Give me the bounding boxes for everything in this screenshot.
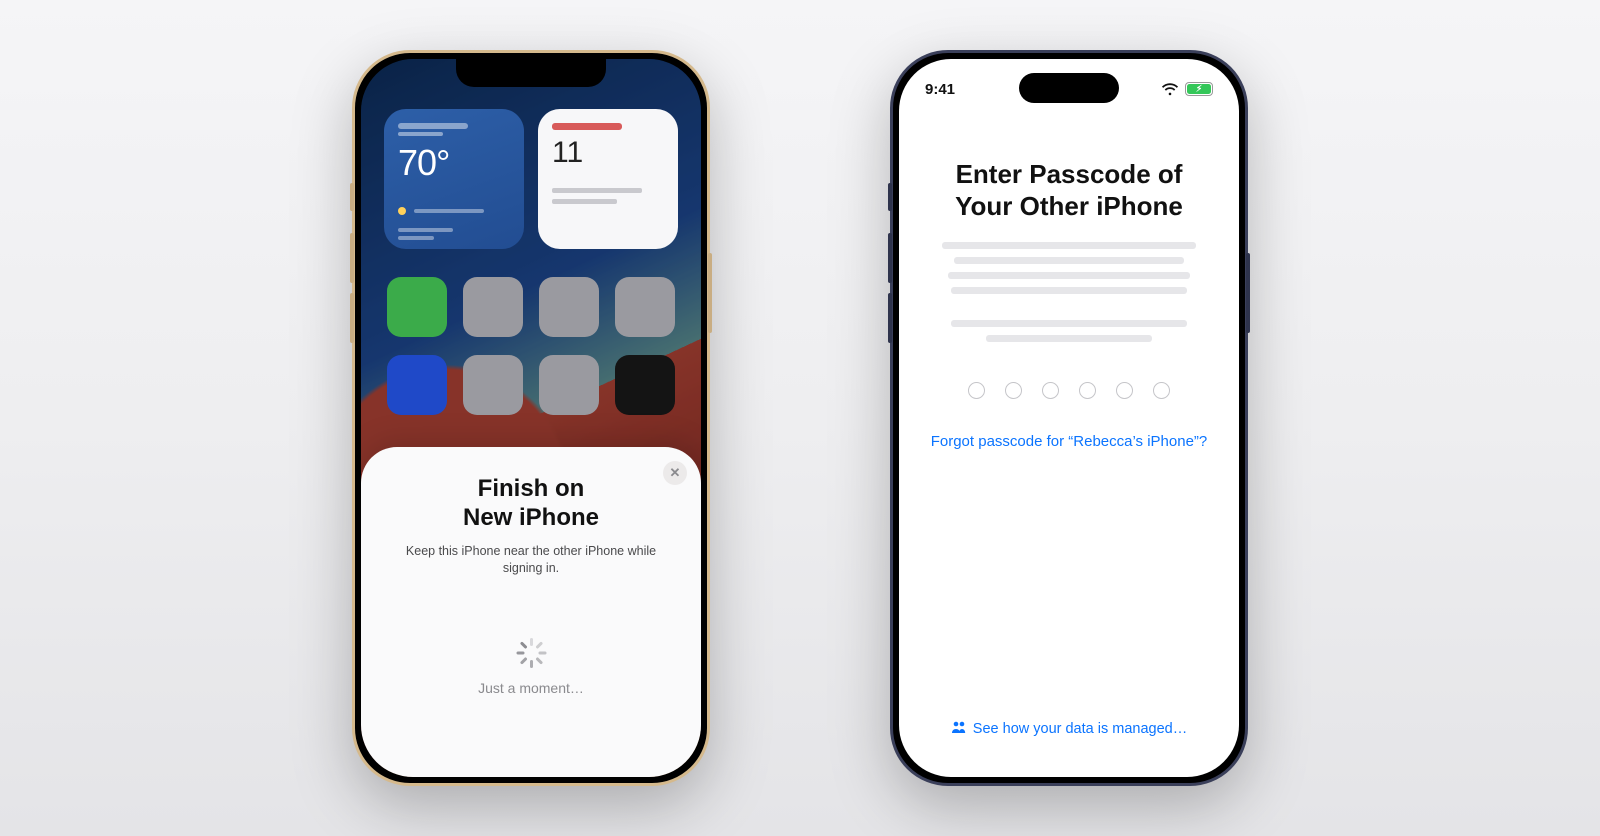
passcode-dot [1042,382,1059,399]
passcode-dot [1116,382,1133,399]
passcode-dot [1079,382,1096,399]
app-icon-6[interactable] [463,355,523,415]
source-iphone: 70° 11 ✕ Finish on New iPhone Keep t [352,50,710,786]
app-icon-7[interactable] [539,355,599,415]
mute-switch[interactable] [888,183,892,211]
home-apps-grid [361,277,701,415]
calendar-day: 11 [552,136,664,170]
app-icon-4[interactable] [615,277,675,337]
side-button[interactable] [708,253,712,333]
weather-temperature: 70° [398,142,510,184]
source-iphone-screen: 70° 11 ✕ Finish on New iPhone Keep t [361,59,701,777]
app-icon-2[interactable] [463,277,523,337]
home-widgets: 70° 11 [361,109,701,249]
setup-title: Enter Passcode of Your Other iPhone [921,159,1217,222]
volume-down-button[interactable] [350,293,354,343]
description-placeholder [921,242,1217,342]
app-icon-8[interactable] [615,355,675,415]
volume-down-button[interactable] [888,293,892,343]
calendar-widget[interactable]: 11 [538,109,678,249]
sheet-title: Finish on New iPhone [381,475,681,533]
passcode-dot [1153,382,1170,399]
passcode-dot [1005,382,1022,399]
app-icon-5[interactable] [387,355,447,415]
target-iphone-screen: 9:41 ⚡︎ Enter Passcode of Your Other iPh… [899,59,1239,777]
data-management-link[interactable]: See how your data is managed… [899,720,1239,737]
passcode-dot [968,382,985,399]
status-time: 9:41 [925,81,955,98]
spinner-label: Just a moment… [381,680,681,696]
sheet-description: Keep this iPhone near the other iPhone w… [381,543,681,578]
calendar-event-strip [552,123,622,130]
forgot-passcode-link[interactable]: Forgot passcode for “Rebecca’s iPhone”? [921,433,1217,450]
battery-icon: ⚡︎ [1185,82,1213,96]
transfer-sheet: ✕ Finish on New iPhone Keep this iPhone … [361,447,701,777]
volume-up-button[interactable] [888,233,892,283]
loading-indicator: Just a moment… [381,638,681,696]
side-button[interactable] [1246,253,1250,333]
notch [456,59,606,87]
passcode-setup-screen: Enter Passcode of Your Other iPhone Forg… [899,159,1239,777]
volume-up-button[interactable] [350,233,354,283]
app-icon-3[interactable] [539,277,599,337]
privacy-people-icon [951,720,967,737]
wifi-icon [1161,83,1179,96]
mute-switch[interactable] [350,183,354,211]
passcode-input[interactable] [921,382,1217,399]
close-button[interactable]: ✕ [663,461,687,485]
charging-bolt-icon: ⚡︎ [1196,84,1202,95]
sun-icon [398,207,406,215]
app-icon-1[interactable] [387,277,447,337]
spinner-icon [516,638,546,668]
weather-widget[interactable]: 70° [384,109,524,249]
dynamic-island [1019,73,1119,103]
target-iphone: 9:41 ⚡︎ Enter Passcode of Your Other iPh… [890,50,1248,786]
